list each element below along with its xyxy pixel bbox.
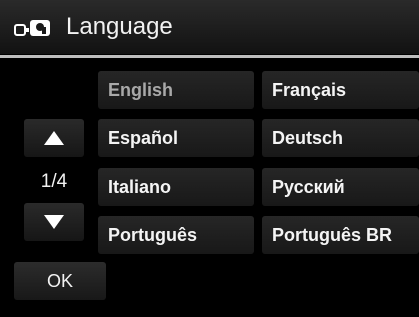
header-divider bbox=[0, 55, 419, 58]
page-title: Language bbox=[66, 13, 173, 40]
page-indicator: 1/4 bbox=[40, 171, 68, 192]
triangle-up-icon bbox=[44, 131, 64, 145]
language-option-italiano[interactable]: Italiano bbox=[98, 168, 254, 206]
triangle-down-icon bbox=[44, 215, 64, 229]
language-option-portugues-br[interactable]: Português BR bbox=[262, 216, 419, 254]
ok-button[interactable]: OK bbox=[14, 262, 106, 300]
language-option-francais[interactable]: Français bbox=[262, 71, 419, 109]
page-up-button[interactable] bbox=[24, 119, 84, 157]
language-option-portugues[interactable]: Português bbox=[98, 216, 254, 254]
language-option-deutsch[interactable]: Deutsch bbox=[262, 119, 419, 157]
language-option-russian[interactable]: Русский bbox=[262, 168, 419, 206]
language-option-english[interactable]: English bbox=[98, 71, 254, 109]
page-down-button[interactable] bbox=[24, 203, 84, 241]
title-bar: Language bbox=[0, 0, 419, 54]
camera-setup-icon bbox=[14, 20, 50, 36]
language-option-espanol[interactable]: Español bbox=[98, 119, 254, 157]
